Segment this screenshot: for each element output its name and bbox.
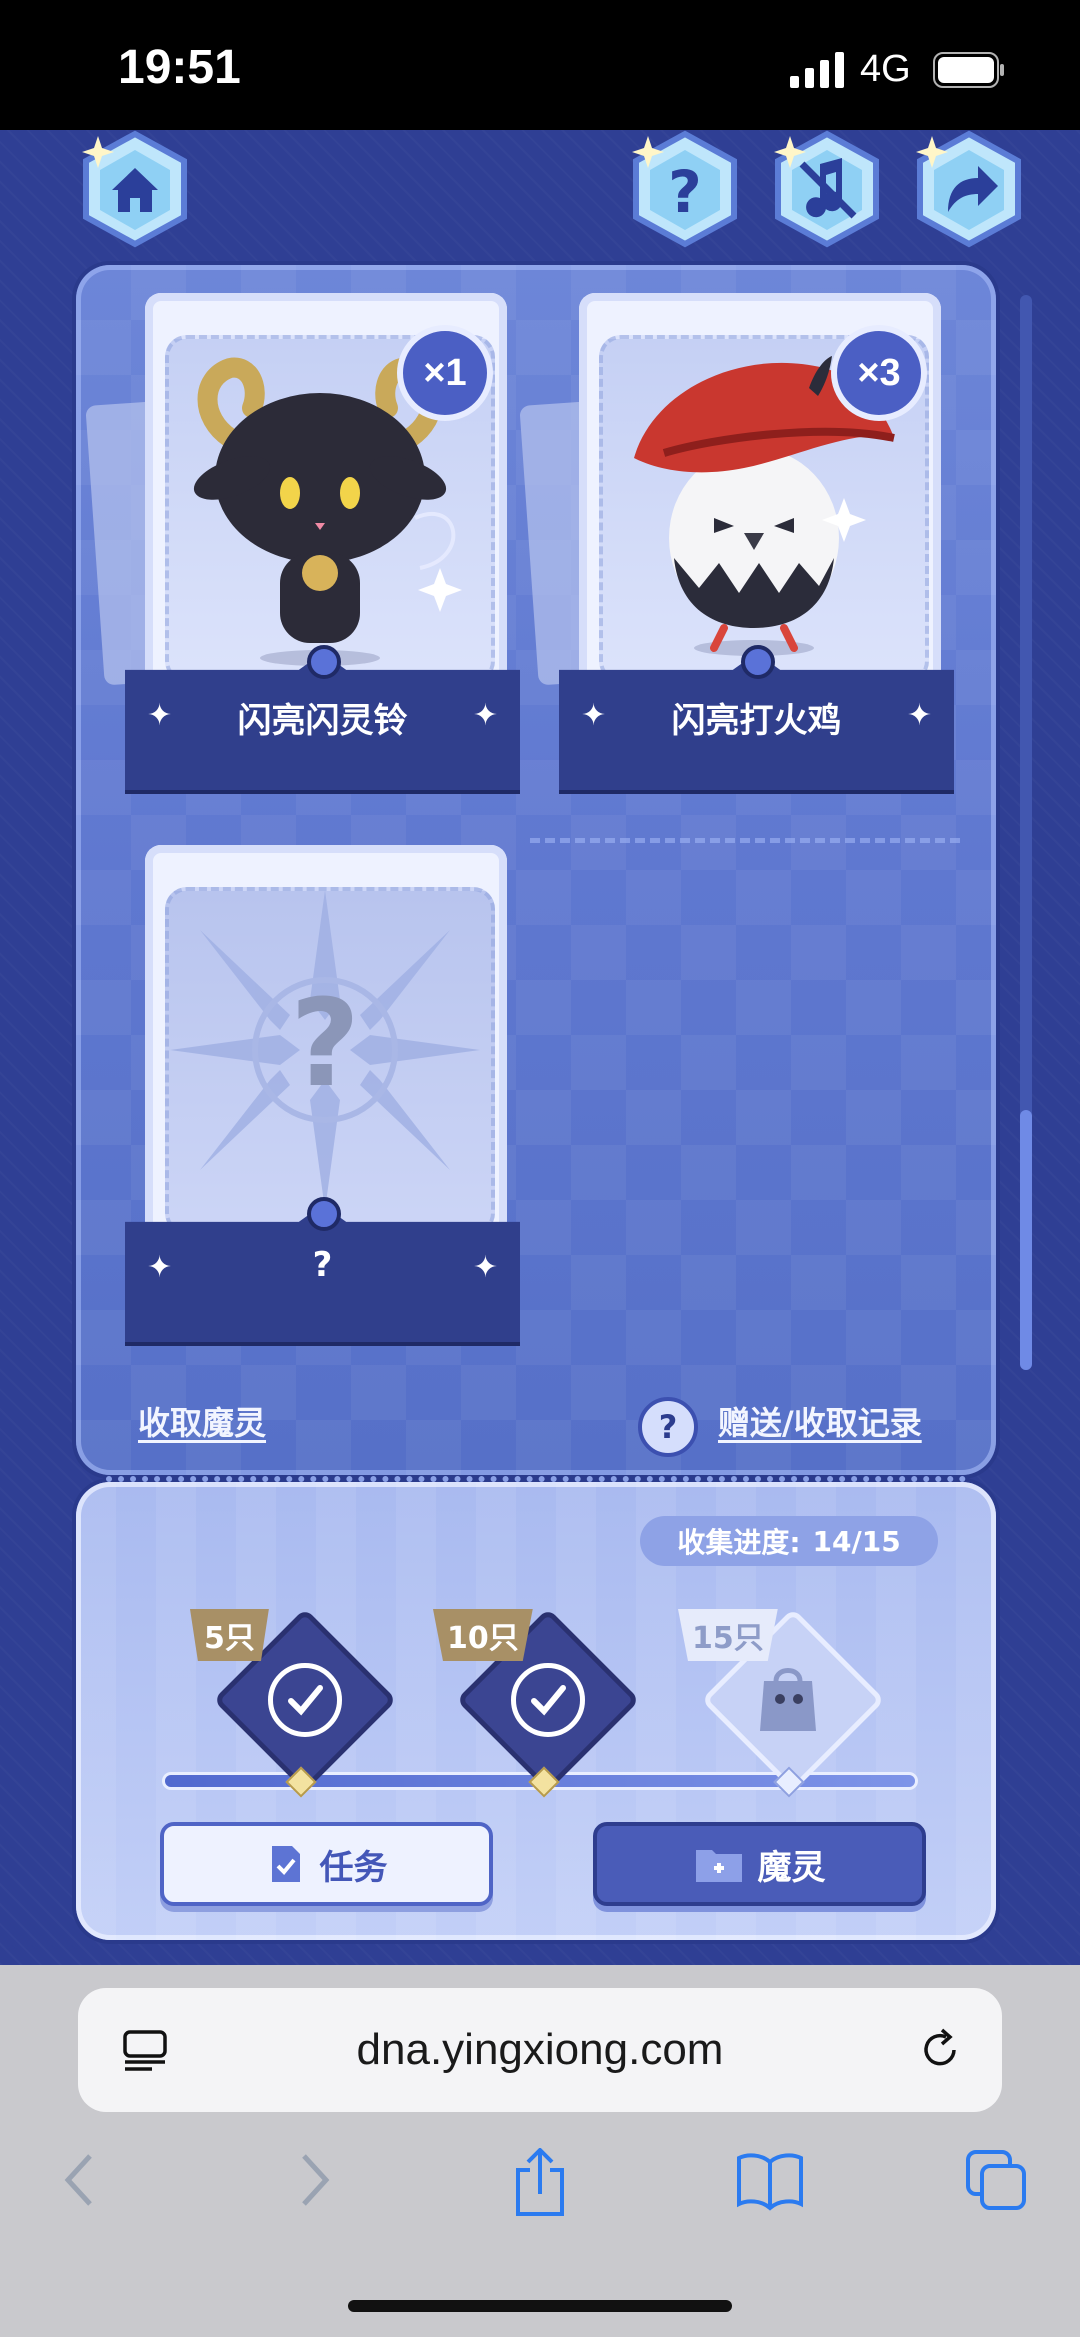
card-count-badge: ×3	[831, 325, 927, 421]
card-pin	[741, 645, 775, 679]
spirit-card-locked[interactable]: ? ✦ ✦ ?	[125, 845, 520, 1346]
home-indicator	[348, 2300, 732, 2312]
scrollbar-thumb[interactable]	[1020, 1110, 1032, 1370]
perforated-edge	[106, 1476, 966, 1482]
share-button[interactable]	[910, 130, 1028, 248]
help-icon: ?	[632, 130, 737, 248]
home-button[interactable]	[76, 130, 194, 248]
share-icon	[916, 130, 1021, 248]
share-sheet-icon[interactable]	[510, 2148, 570, 2218]
address-bar[interactable]: dna.yingxiong.com	[78, 1988, 1002, 2112]
card-pin	[307, 1197, 341, 1231]
card-count-badge: ×1	[397, 325, 493, 421]
reload-icon[interactable]	[916, 2026, 964, 2074]
milestone-tag: 5只	[190, 1609, 269, 1661]
gift-bag-icon	[760, 1668, 816, 1731]
status-bar: 19:51 4G	[0, 0, 1080, 130]
task-doc-icon	[271, 1846, 300, 1882]
battery-icon	[933, 52, 1004, 88]
help-button[interactable]: ?	[626, 130, 744, 248]
spirit-button-label: 魔灵	[757, 1847, 826, 1888]
task-button[interactable]: 任务	[160, 1822, 493, 1906]
row-divider	[530, 838, 960, 843]
mute-icon	[774, 130, 879, 248]
status-time: 19:51	[118, 41, 241, 94]
home-icon	[82, 130, 187, 248]
card-name: ?	[312, 1245, 333, 1285]
locked-question-mark: ?	[290, 975, 360, 1114]
check-icon	[268, 1663, 342, 1737]
card-name: 闪亮打火鸡	[671, 701, 842, 741]
check-icon	[511, 1663, 585, 1737]
back-icon[interactable]	[60, 2148, 100, 2212]
collection-progress: 收集进度: 14/15	[640, 1516, 938, 1566]
signal-icon	[790, 52, 844, 88]
forward-icon[interactable]	[294, 2148, 334, 2212]
network-type: 4G	[860, 48, 911, 90]
tabs-overview-icon[interactable]	[964, 2148, 1030, 2214]
task-button-label: 任务	[319, 1847, 388, 1888]
milestone-tag: 15只	[678, 1609, 778, 1661]
collect-spirit-link[interactable]: 收取魔灵	[138, 1398, 266, 1444]
folder-icon	[695, 1850, 742, 1882]
url-text: dna.yingxiong.com	[356, 2025, 724, 2074]
svg-text:?: ?	[668, 158, 702, 226]
card-name: 闪亮闪灵铃	[237, 701, 408, 741]
spirit-button[interactable]: 魔灵	[593, 1822, 926, 1906]
spirit-card-2[interactable]: ×3 ✦ ✦ 闪亮打火鸡	[519, 293, 954, 794]
milestone-tag: 10只	[433, 1609, 533, 1661]
bookmarks-icon[interactable]	[735, 2148, 805, 2212]
mute-button[interactable]	[768, 130, 886, 248]
card-pin	[307, 645, 341, 679]
progress-label: 收集进度:	[677, 1526, 801, 1559]
records-help-icon[interactable]: ?	[638, 1397, 698, 1457]
progress-value: 14/15	[812, 1524, 901, 1558]
gift-records-link[interactable]: 赠送/收取记录	[718, 1398, 922, 1444]
spirit-card-1[interactable]: ×1 ✦ ✦ 闪亮闪灵铃	[85, 293, 520, 794]
milestone-10[interactable]: 10只	[433, 1608, 640, 1798]
milestone-15[interactable]: 15只	[678, 1608, 885, 1798]
milestone-5[interactable]: 5只	[190, 1608, 397, 1798]
locked-emblem-image: ?	[170, 890, 480, 1210]
